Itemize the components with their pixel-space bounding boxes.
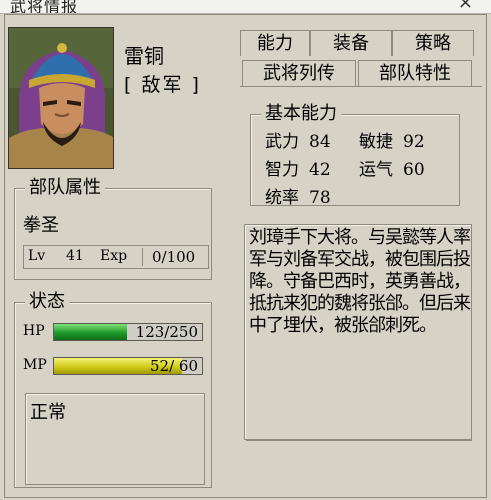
exp-separator	[142, 248, 143, 266]
general-name: 雷铜	[124, 44, 164, 68]
biography-box[interactable]: 刘璋手下大将。与吴懿等人率军与刘备军交战，被包围后投降。守备巴西时，英勇善战，抵…	[244, 224, 472, 440]
exp-label: Exp	[100, 248, 128, 264]
hp-label: HP	[23, 323, 45, 339]
tab-biography[interactable]: 武将列传	[242, 60, 356, 86]
stat-force: 武力 84	[265, 127, 331, 152]
hp-bar-fill	[54, 324, 127, 340]
stat-agility: 敏捷 92	[359, 127, 425, 152]
close-icon[interactable]: ×	[458, 0, 473, 13]
level-label: Lv	[28, 248, 46, 264]
troop-attributes-group: 部队属性 拳圣 Lv 41 Exp 0/100	[14, 176, 212, 280]
biography-text: 刘璋手下大将。与吴懿等人率军与刘备军交战，被包围后投降。守备巴西时，英勇善战，抵…	[249, 227, 471, 336]
level-exp-row: Lv 41 Exp 0/100	[23, 245, 209, 269]
status-group: 状态 HP 123/250 MP 52/ 60 正常	[14, 290, 212, 488]
faction-label: [ 敌军 ]	[124, 74, 201, 96]
stat-luck-label: 运气	[359, 160, 393, 180]
level-value: 41	[66, 248, 84, 264]
troop-type: 拳圣	[23, 215, 59, 236]
window-title: 武将情报	[10, 0, 79, 14]
stat-intelligence-value: 42	[309, 160, 331, 180]
basic-abilities-title: 基本能力	[261, 102, 341, 126]
tab-equipment[interactable]: 装备	[310, 30, 392, 56]
title-bar: 武将情报 ×	[0, 0, 491, 14]
stat-luck-value: 60	[403, 160, 425, 180]
troop-attributes-title: 部队属性	[25, 176, 105, 200]
portrait-image	[9, 28, 113, 168]
stat-agility-value: 92	[403, 132, 425, 152]
condition-box: 正常	[25, 393, 205, 485]
stat-command: 统率 78	[265, 183, 331, 208]
stat-intelligence: 智力 42	[265, 155, 331, 180]
exp-value: 0/100	[152, 248, 196, 266]
stat-command-label: 统率	[265, 188, 299, 208]
tab-troop-traits[interactable]: 部队特性	[358, 60, 472, 86]
stat-force-label: 武力	[265, 132, 299, 152]
stat-command-value: 78	[309, 188, 331, 208]
tab-strategy[interactable]: 策略	[392, 30, 474, 56]
stat-luck: 运气 60	[359, 155, 425, 180]
stat-intelligence-label: 智力	[265, 160, 299, 180]
stat-agility-label: 敏捷	[359, 132, 393, 152]
condition-text: 正常	[30, 402, 66, 423]
mp-label: MP	[23, 357, 47, 373]
mp-bar: 52/ 60	[53, 357, 203, 375]
hp-bar: 123/250	[53, 323, 203, 341]
general-portrait	[8, 27, 114, 169]
stat-force-value: 84	[309, 132, 331, 152]
mp-value: 52/ 60	[150, 357, 198, 375]
hp-value: 123/250	[135, 323, 198, 341]
basic-abilities-group: 基本能力 武力 84 敏捷 92 智力 42 运气 60 统率 78	[250, 102, 460, 208]
status-title: 状态	[25, 290, 69, 314]
biography-bottom-line	[246, 440, 472, 441]
tab-ability[interactable]: 能力	[240, 30, 310, 56]
